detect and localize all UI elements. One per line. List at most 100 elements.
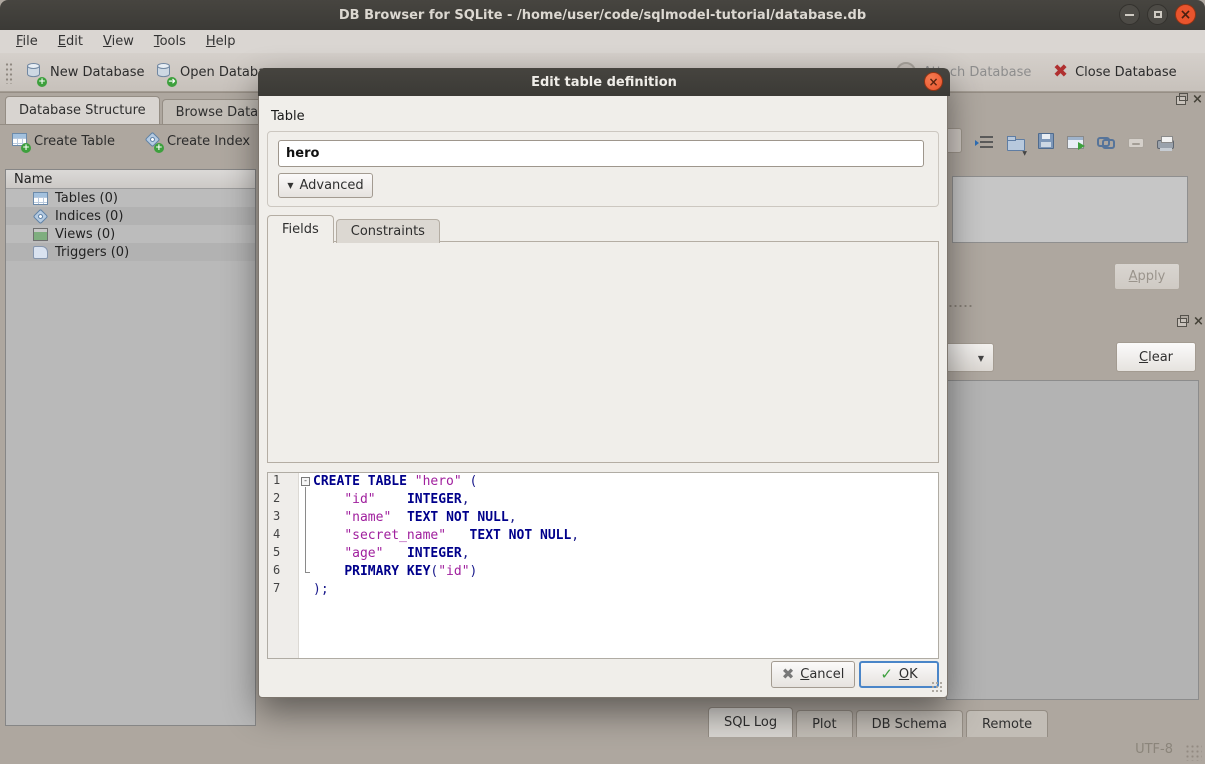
- new-database-icon: +: [24, 61, 43, 84]
- dialog-resize-grip[interactable]: [931, 681, 943, 693]
- maximize-button[interactable]: [1147, 4, 1168, 25]
- tree-item[interactable]: Indices (0): [6, 207, 255, 225]
- save-icon[interactable]: [1038, 133, 1054, 149]
- sql-line: 3 "name" TEXT NOT NULL,: [268, 509, 938, 527]
- create-table-button[interactable]: + Create Table: [12, 133, 115, 150]
- dialog-tab[interactable]: Constraints: [336, 219, 440, 243]
- set-null-icon: [1128, 138, 1144, 148]
- menu-item[interactable]: Edit: [48, 32, 93, 51]
- fold-column[interactable]: -: [299, 473, 313, 491]
- dock-close-icon[interactable]: ×: [1192, 95, 1203, 105]
- toolbar-drag-handle[interactable]: [5, 62, 13, 84]
- window-resize-grip[interactable]: [1185, 744, 1202, 761]
- dialog-close-button[interactable]: ×: [924, 72, 943, 91]
- sql-line: 5 "age" INTEGER,: [268, 545, 938, 563]
- sql-preview[interactable]: 1-CREATE TABLE "hero" (2 "id" INTEGER,3 …: [267, 472, 939, 659]
- import-file-icon[interactable]: [1007, 139, 1025, 151]
- menu-item[interactable]: File: [6, 32, 48, 51]
- sql-code-text: "secret_name" TEXT NOT NULL,: [313, 527, 579, 545]
- line-number: 3: [268, 509, 299, 527]
- minimize-button[interactable]: [1119, 4, 1140, 25]
- tree-item[interactable]: Tables (0): [6, 189, 255, 207]
- encoding-status: UTF-8: [1135, 742, 1173, 757]
- clear-button[interactable]: Clear: [1116, 342, 1196, 372]
- bottom-dock-tab[interactable]: SQL Log: [708, 707, 793, 737]
- window-titlebar[interactable]: DB Browser for SQLite - /home/user/code/…: [0, 0, 1205, 30]
- sql-code-text: CREATE TABLE "hero" (: [313, 473, 477, 491]
- print-icon[interactable]: [1157, 140, 1174, 149]
- export-icon[interactable]: [1067, 136, 1084, 149]
- schema-tree[interactable]: Name Tables (0) Indices (0) V: [5, 169, 256, 726]
- left-dock-tab[interactable]: Database Structure: [5, 96, 160, 124]
- menu-item[interactable]: Help: [196, 32, 246, 51]
- left-dock-tab[interactable]: Browse Data: [162, 99, 273, 124]
- create-table-label: Create Table: [34, 134, 115, 149]
- new-database-button[interactable]: + New Database: [24, 58, 145, 86]
- link-icon[interactable]: [1097, 137, 1115, 149]
- close-button[interactable]: ×: [1175, 4, 1196, 25]
- tree-item-label: Indices (0): [55, 209, 123, 224]
- sql-line: 6 PRIMARY KEY("id"): [268, 563, 938, 581]
- dock-float-icon[interactable]: [1177, 318, 1187, 327]
- advanced-button[interactable]: ▼ Advanced: [278, 173, 373, 198]
- app-window: DB Browser for SQLite - /home/user/code/…: [0, 0, 1205, 764]
- cancel-icon: ✖: [782, 667, 795, 682]
- tree-item[interactable]: Views (0): [6, 225, 255, 243]
- fold-collapse-icon[interactable]: -: [301, 477, 310, 486]
- menu-item[interactable]: Tools: [144, 32, 196, 51]
- create-index-icon: +: [145, 133, 160, 150]
- advanced-label: Advanced: [299, 178, 363, 193]
- bottom-dock-tab[interactable]: Plot: [796, 710, 853, 737]
- fold-column: [299, 545, 313, 563]
- edit-cell-toolbar: [936, 128, 1174, 153]
- open-database-icon: ➜: [154, 61, 173, 84]
- sql-line: 1-CREATE TABLE "hero" (: [268, 473, 938, 491]
- sql-code-text: "name" TEXT NOT NULL,: [313, 509, 517, 527]
- bottom-dock-tabs: SQL LogPlotDB SchemaRemote: [708, 707, 1051, 737]
- table-section-label: Table: [271, 109, 305, 124]
- close-database-icon: ✖: [1053, 63, 1068, 81]
- cancel-button[interactable]: ✖ Cancel: [771, 661, 855, 688]
- sql-code-text: "id" INTEGER,: [313, 491, 470, 509]
- word-wrap-icon[interactable]: [975, 134, 994, 148]
- bottom-dock-tab[interactable]: DB Schema: [856, 710, 963, 737]
- plus-badge-icon: +: [37, 77, 47, 87]
- table-name-input[interactable]: [278, 140, 924, 167]
- fold-column: [299, 491, 313, 509]
- new-database-label: New Database: [50, 65, 145, 80]
- create-table-icon: +: [12, 133, 27, 150]
- sql-line: 7);: [268, 581, 938, 599]
- edit-cell-dock-controls: ×: [1176, 95, 1203, 105]
- open-arrow-badge-icon: ➜: [167, 77, 177, 87]
- menu-item[interactable]: View: [93, 32, 144, 51]
- tree-header[interactable]: Name: [6, 170, 255, 189]
- line-number: 6: [268, 563, 299, 581]
- ok-button[interactable]: ✓ OK: [859, 661, 939, 688]
- close-icon: ×: [928, 76, 938, 88]
- left-tabbar-line: [0, 124, 262, 125]
- close-database-button[interactable]: ✖ Close Database: [1053, 58, 1177, 86]
- create-index-label: Create Index: [167, 134, 250, 149]
- dialog-tab[interactable]: Fields: [267, 215, 334, 243]
- tree-item-label: Tables (0): [55, 191, 118, 206]
- tree-item-icon: [33, 208, 49, 224]
- bottom-dock-tab[interactable]: Remote: [966, 710, 1048, 737]
- tree-item[interactable]: Triggers (0): [6, 243, 255, 261]
- window-controls: ×: [1119, 4, 1196, 25]
- sql-log-area[interactable]: [946, 380, 1199, 700]
- line-number: 5: [268, 545, 299, 563]
- sql-code-text: );: [313, 581, 329, 599]
- tree-item-icon: [33, 192, 48, 205]
- dialog-title: Edit table definition: [531, 75, 677, 90]
- dock-close-icon[interactable]: ×: [1193, 317, 1204, 327]
- window-title: DB Browser for SQLite - /home/user/code/…: [339, 8, 866, 23]
- line-number: 1: [268, 473, 299, 491]
- dock-float-icon[interactable]: [1176, 96, 1186, 105]
- structure-toolbar: + Create Table + Create Index: [12, 133, 250, 150]
- dialog-titlebar[interactable]: Edit table definition ×: [258, 68, 950, 96]
- create-index-button[interactable]: + Create Index: [145, 133, 250, 150]
- sql-line: 4 "secret_name" TEXT NOT NULL,: [268, 527, 938, 545]
- fields-panel: [267, 241, 939, 463]
- chevron-down-icon: ▼: [287, 181, 293, 190]
- cell-editor-area[interactable]: [952, 176, 1188, 243]
